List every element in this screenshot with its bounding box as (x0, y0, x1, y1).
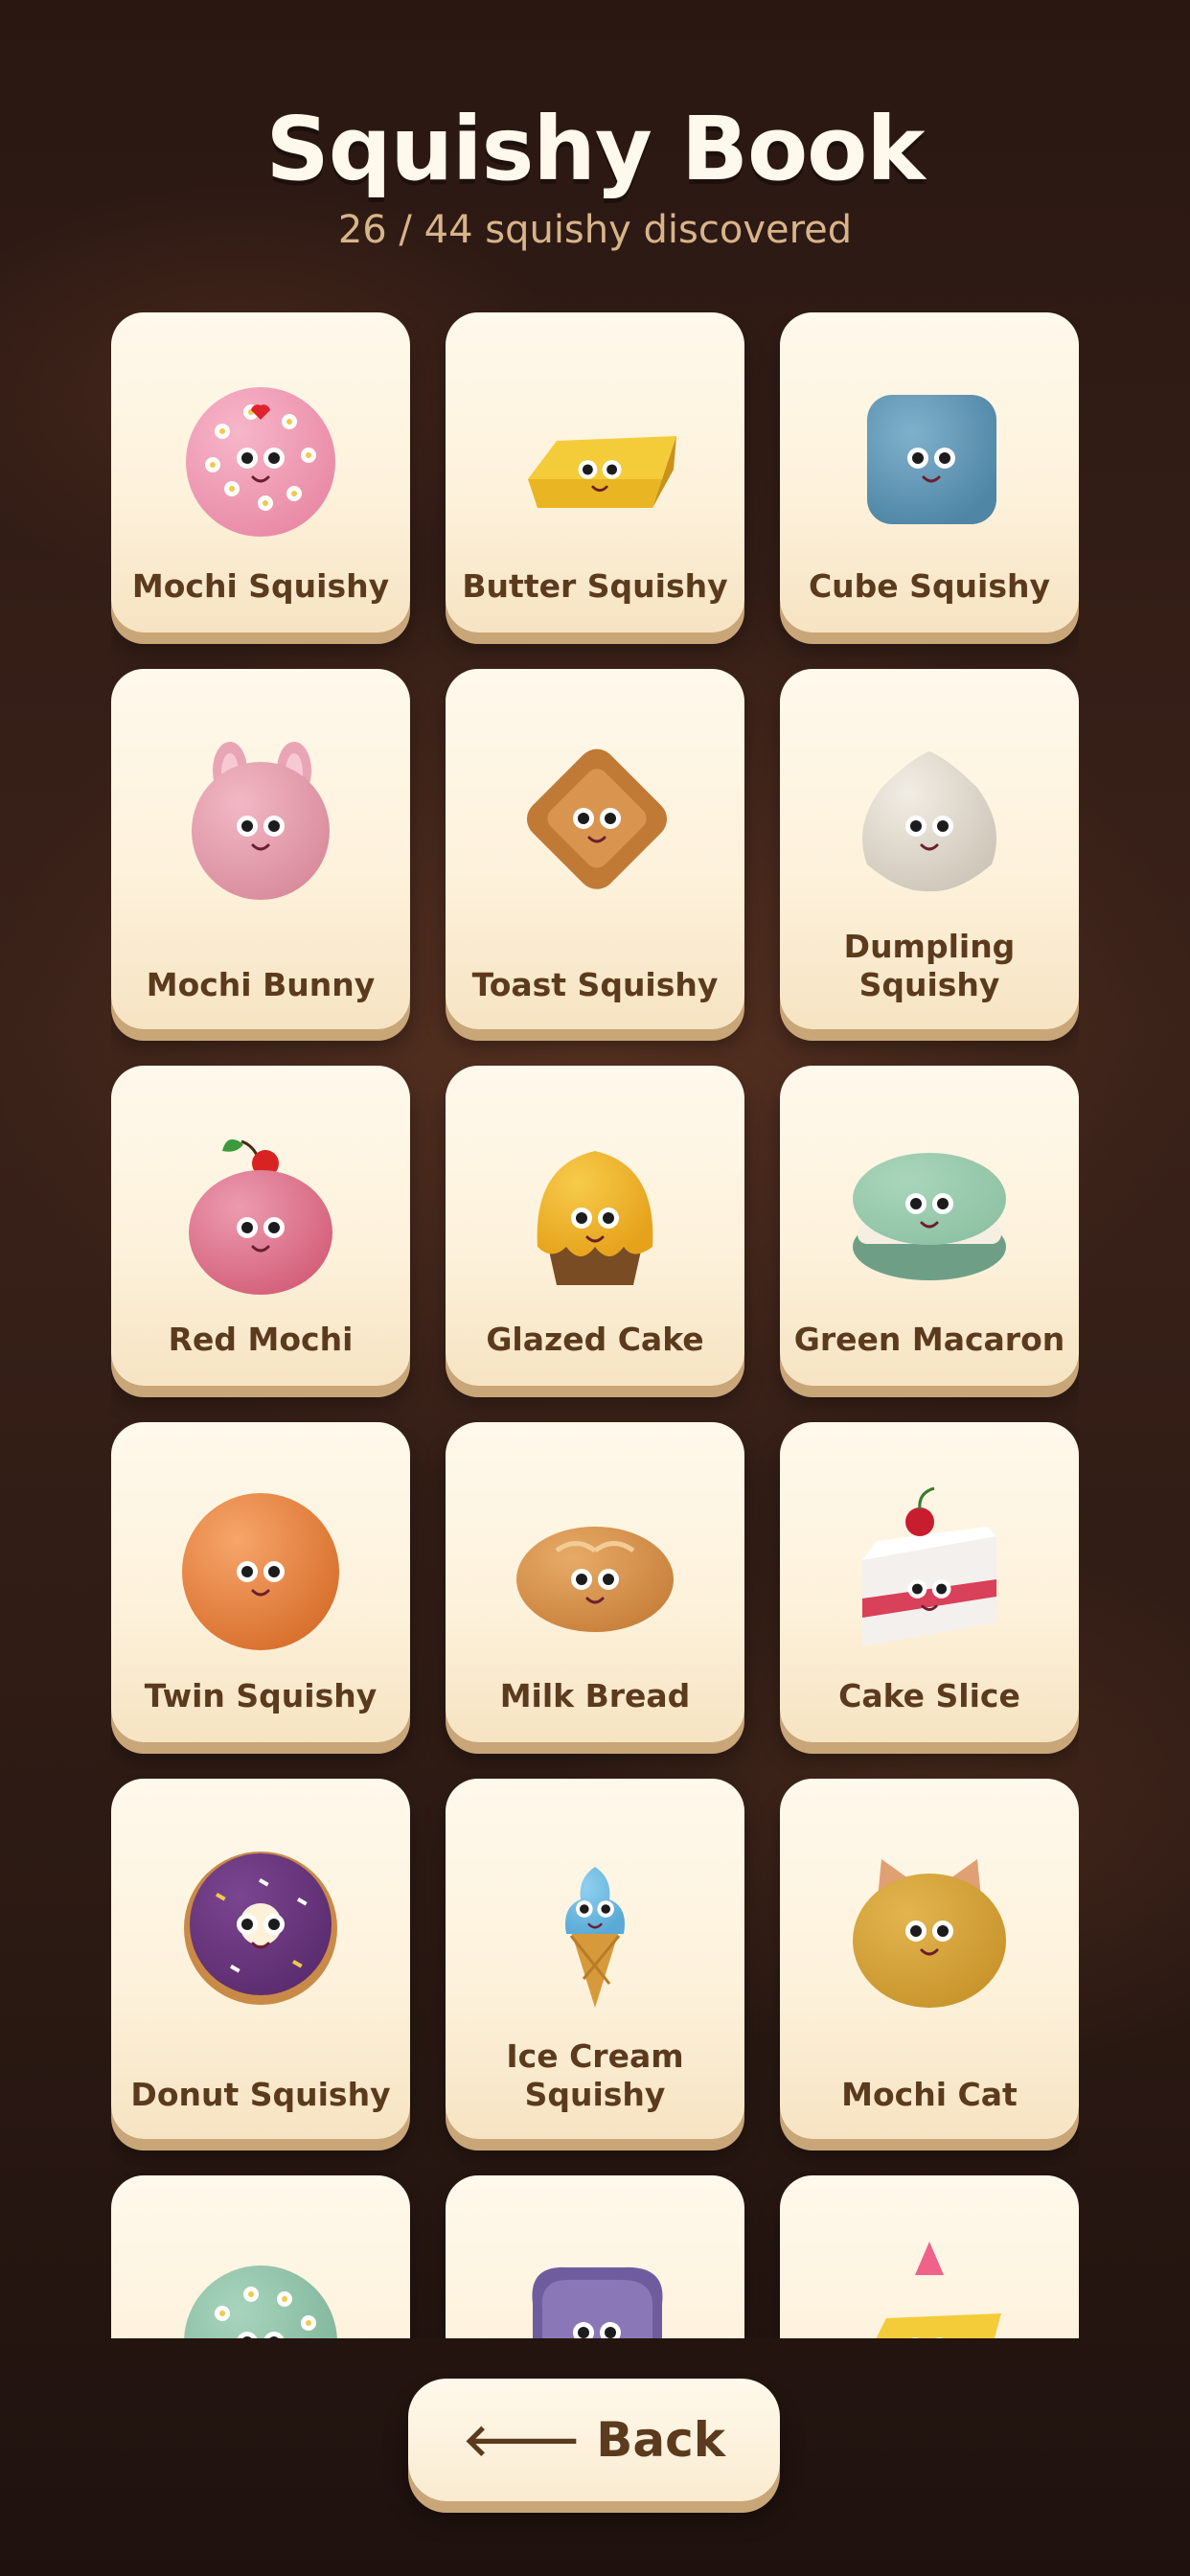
bread-bun-icon (509, 1484, 681, 1656)
squishy-card[interactable]: Green Macaron (780, 1066, 1079, 1386)
squishy-card[interactable]: Cake Slice (780, 1422, 1079, 1742)
collection-grid-scroll[interactable]: Mochi Squishy Butter Squishy Cube Squish… (111, 312, 1079, 2338)
squishy-card[interactable]: Mochi Cat (780, 1779, 1079, 2139)
squishy-card-label: Twin Squishy (144, 1677, 378, 1714)
squishy-card[interactable] (446, 2175, 744, 2338)
squishy-card[interactable] (780, 2175, 1079, 2338)
squishy-card-label: Mochi Bunny (146, 966, 376, 1003)
squishy-card-label: Butter Squishy (462, 567, 728, 605)
back-button-label: Back (596, 2412, 726, 2468)
page-title: Squishy Book (265, 98, 925, 200)
cat-mochi-icon (843, 1840, 1016, 2012)
squishy-card-label: Cake Slice (838, 1677, 1020, 1714)
squishy-card[interactable]: Twin Squishy (111, 1422, 410, 1742)
collection-grid: Mochi Squishy Butter Squishy Cube Squish… (111, 312, 1079, 2338)
squishy-card[interactable]: Donut Squishy (111, 1779, 410, 2139)
header: Squishy Book 26 / 44 squishy discovered (0, 96, 1190, 255)
squishy-card[interactable]: Ice Cream Squishy (446, 1779, 744, 2139)
purple-toast-icon (509, 2237, 681, 2338)
squishy-card[interactable]: Glazed Cake (446, 1066, 744, 1386)
cherry-mochi-icon (174, 1127, 347, 1300)
butter-stick-icon (509, 374, 681, 546)
squishy-card-label: Donut Squishy (130, 2076, 391, 2113)
squishy-card[interactable]: Milk Bread (446, 1422, 744, 1742)
squishy-card-label: Toast Squishy (471, 966, 719, 1003)
cake-slice-icon (843, 1484, 1016, 1656)
squishy-card[interactable]: Red Mochi (111, 1066, 410, 1386)
squishy-card[interactable]: Dumpling Squishy (780, 669, 1079, 1029)
donut-icon (174, 1840, 347, 2012)
green-flower-mochi-icon (174, 2237, 347, 2338)
squishy-card-label: Mochi Squishy (131, 567, 390, 605)
squishy-card-label: Red Mochi (168, 1321, 354, 1358)
blue-cube-icon (843, 374, 1016, 546)
squishy-card-label: Mochi Cat (841, 2076, 1018, 2113)
orange-ball-icon (174, 1484, 347, 1656)
squishy-card[interactable]: Mochi Bunny (111, 669, 410, 1029)
arrow-left-icon: 🡐 (462, 2414, 582, 2466)
squishy-card-label: Glazed Cake (486, 1321, 704, 1358)
bunny-mochi-icon (174, 730, 347, 903)
back-button[interactable]: 🡐 Back (408, 2379, 780, 2501)
squishy-card[interactable]: Butter Squishy (446, 312, 744, 632)
squishy-card[interactable] (111, 2175, 410, 2338)
dumpling-icon (843, 730, 1016, 903)
squishy-card[interactable]: Mochi Squishy (111, 312, 410, 632)
ice-cream-cone-icon (509, 1840, 681, 2012)
party-butter-icon (843, 2237, 1016, 2338)
toast-icon (509, 730, 681, 903)
pink-flower-mochi-icon (174, 374, 347, 546)
squishy-card-label: Dumpling Squishy (843, 928, 1016, 1003)
squishy-card[interactable]: Toast Squishy (446, 669, 744, 1029)
squishy-card[interactable]: Cube Squishy (780, 312, 1079, 632)
squishy-card-label: Milk Bread (499, 1677, 691, 1714)
discovery-counter: 26 / 44 squishy discovered (337, 208, 853, 252)
squishy-card-label: Cube Squishy (808, 567, 1051, 605)
macaron-icon (843, 1127, 1016, 1300)
glazed-cake-icon (509, 1127, 681, 1300)
squishy-card-label: Green Macaron (793, 1321, 1065, 1358)
squishy-card-label: Ice Cream Squishy (506, 2037, 684, 2113)
